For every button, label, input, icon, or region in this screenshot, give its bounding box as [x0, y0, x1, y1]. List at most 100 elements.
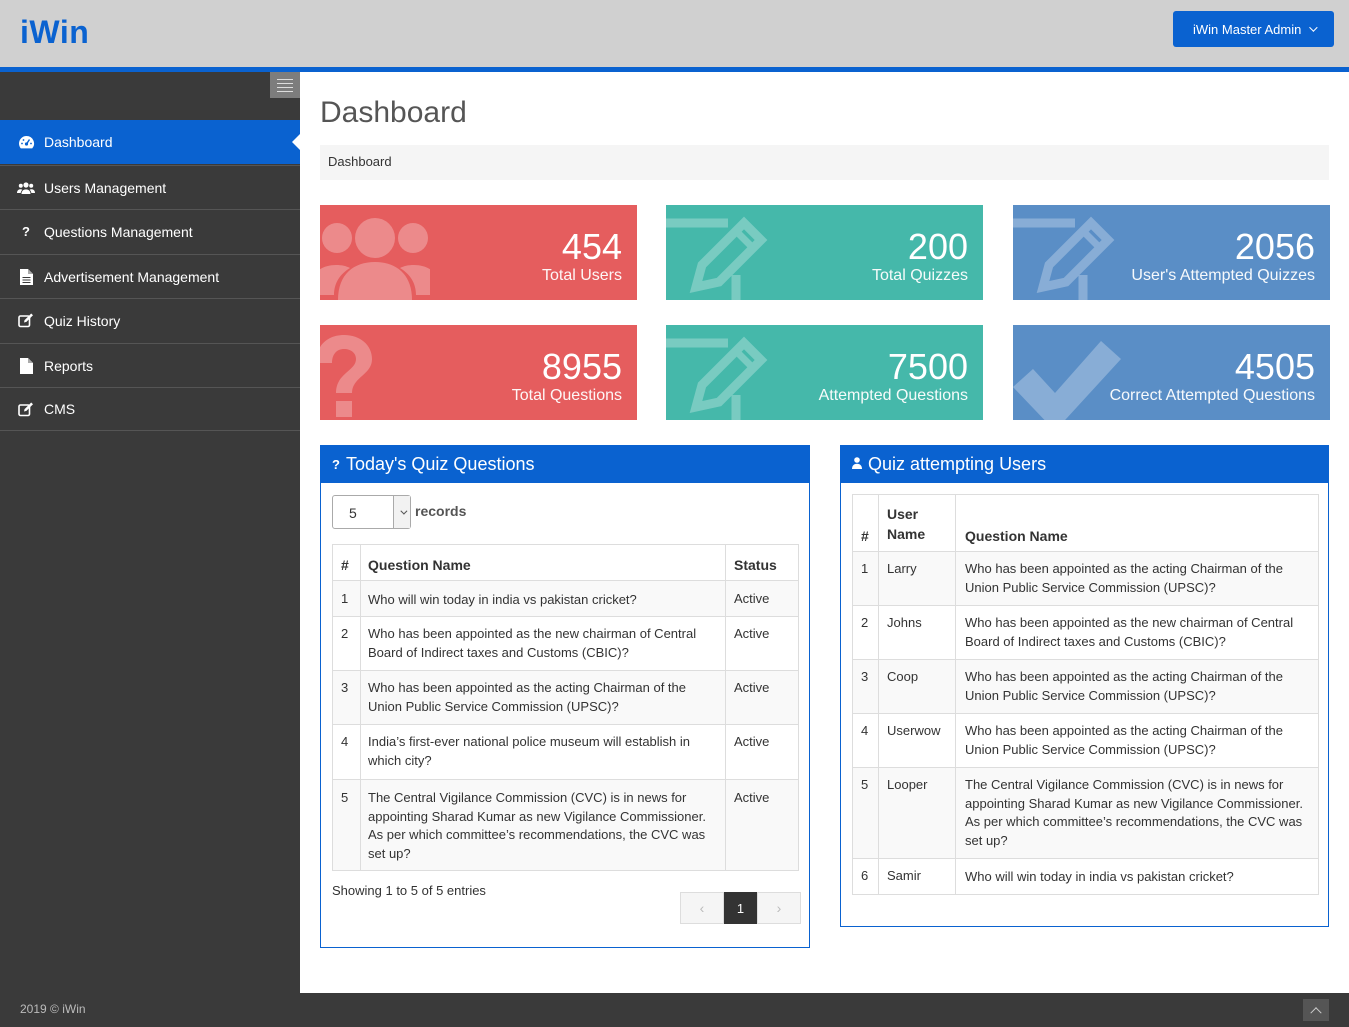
page-title: Dashboard [320, 96, 467, 129]
users-icon [17, 181, 35, 195]
top-header: iWin iWin Master Admin [0, 0, 1349, 67]
pagination-page-1[interactable]: 1 [724, 892, 757, 924]
question-cell: The Central Vigilance Commission (CVC) i… [955, 767, 1319, 859]
user-name-cell: Coop [878, 659, 956, 714]
stat-card-attempted-questions[interactable]: 7500 Attempted Questions [666, 325, 983, 420]
chevron-down-icon [393, 496, 410, 528]
records-per-page-select[interactable]: 5 [332, 495, 411, 529]
sidebar-item-label: Quiz History [44, 312, 121, 329]
quiz-users-table: # User Name Question Name 1 Larry Who ha… [852, 494, 1319, 895]
stat-card-correct-attempted-questions[interactable]: 4505 Correct Attempted Questions [1013, 325, 1330, 420]
column-header[interactable]: # [332, 544, 361, 581]
stat-label: User's Attempted Quizzes [1131, 267, 1315, 284]
status-cell: Active [725, 724, 799, 780]
sidebar-item-quiz-history[interactable]: Quiz History [0, 298, 300, 342]
column-header[interactable]: User Name [878, 494, 956, 552]
sidebar-item-label: Reports [44, 357, 94, 374]
check-icon [1013, 341, 1121, 420]
sidebar-item-label: Users Management [44, 179, 167, 196]
status-cell: Active [725, 670, 799, 725]
row-index: 5 [852, 767, 879, 859]
question-icon: ? [332, 457, 340, 472]
table-row[interactable]: 6 Samir Who will win today in india vs p… [852, 858, 1319, 895]
pencil-icon [1013, 216, 1115, 300]
file-icon [17, 357, 35, 374]
question-cell: Who has been appointed as the acting Cha… [360, 670, 726, 725]
column-header[interactable]: Status [725, 544, 799, 581]
admin-label: iWin Master Admin [1193, 21, 1302, 37]
sidebar-item-label: CMS [44, 401, 76, 417]
table-row[interactable]: 3 Coop Who has been appointed as the act… [852, 659, 1319, 714]
sidebar-item-cms[interactable]: CMS [0, 387, 300, 431]
sidebar-item-label: Advertisement Management [44, 268, 220, 285]
table-row[interactable]: 1 Who will win today in india vs pakista… [332, 580, 799, 617]
stat-card-total-quizzes[interactable]: 200 Total Quizzes [666, 205, 983, 300]
footer: 2019 © iWin [0, 993, 1349, 1027]
table-row[interactable]: 2 Johns Who has been appointed as the ne… [852, 605, 1319, 660]
stat-value: 200 [907, 226, 968, 267]
stat-card-total-users[interactable]: 454 Total Users [320, 205, 637, 300]
table-row[interactable]: 5 The Central Vigilance Commission (CVC)… [332, 779, 799, 871]
row-index: 2 [852, 605, 879, 660]
app-logo[interactable]: iWin [20, 14, 89, 51]
pagination-previous[interactable]: ‹ [680, 892, 724, 924]
stat-card-users-attempted-quizzes[interactable]: 2056 User's Attempted Quizzes [1013, 205, 1330, 300]
row-index: 4 [852, 713, 879, 768]
table-row[interactable]: 2 Who has been appointed as the new chai… [332, 616, 799, 671]
question-cell: Who has been appointed as the acting Cha… [955, 659, 1319, 714]
stat-label: Total Questions [511, 387, 622, 404]
todays-quiz-questions-panel: ? Today's Quiz Questions 5 records # Que… [320, 445, 810, 948]
row-index: 5 [332, 779, 361, 871]
user-name-cell: Johns [878, 605, 956, 660]
table-row[interactable]: 3 Who has been appointed as the acting C… [332, 670, 799, 725]
panel-header: ? Today's Quiz Questions [321, 446, 809, 483]
user-name-cell: Larry [878, 551, 956, 606]
question-cell: Who has been appointed as the new chairm… [360, 616, 726, 671]
column-header[interactable]: # [852, 494, 879, 552]
table-row[interactable]: 5 Looper The Central Vigilance Commissio… [852, 767, 1319, 859]
stat-value: 8955 [541, 346, 622, 387]
scroll-to-top-icon[interactable] [1303, 999, 1329, 1021]
admin-account-dropdown[interactable]: iWin Master Admin [1173, 11, 1334, 47]
table-row[interactable]: 4 India’s first-ever national police mus… [332, 724, 799, 780]
row-index: 3 [852, 659, 879, 714]
stat-value: 7500 [887, 346, 968, 387]
sidebar-item-label: Dashboard [44, 134, 113, 150]
question-cell: The Central Vigilance Commission (CVC) i… [360, 779, 726, 871]
question-cell: Who will win today in india vs pakistan … [360, 580, 726, 617]
breadcrumb-item[interactable]: Dashboard [328, 154, 392, 169]
status-cell: Active [725, 779, 799, 871]
chevron-down-icon [1309, 23, 1319, 32]
question-cell: Who has been appointed as the new chairm… [955, 605, 1319, 660]
row-index: 2 [332, 616, 361, 671]
pencil-icon [666, 216, 768, 300]
table-row[interactable]: 1 Larry Who has been appointed as the ac… [852, 551, 1319, 606]
status-cell: Active [725, 580, 799, 617]
row-index: 1 [332, 580, 361, 617]
sidebar-item-reports[interactable]: Reports [0, 343, 300, 387]
records-select-value: 5 [349, 505, 357, 521]
row-index: 1 [852, 551, 879, 606]
pagination: ‹ 1 › [680, 892, 801, 924]
sidebar-item-users-management[interactable]: Users Management [0, 165, 300, 209]
column-header[interactable]: Question Name [955, 494, 1319, 552]
row-index: 6 [852, 858, 879, 895]
sidebar-item-dashboard[interactable]: Dashboard [0, 120, 300, 164]
row-index: 4 [332, 724, 361, 780]
pagination-next[interactable]: › [757, 892, 801, 924]
panel-header: Quiz attempting Users [841, 446, 1328, 483]
stat-value: 4505 [1234, 346, 1315, 387]
dashboard-icon [17, 135, 35, 149]
menu-toggle-icon[interactable] [270, 72, 300, 98]
stat-card-total-questions[interactable]: 8955 Total Questions [320, 325, 637, 420]
user-name-cell: Looper [878, 767, 956, 859]
table-info-text: Showing 1 to 5 of 5 entries [332, 883, 486, 898]
panel-title: Quiz attempting Users [868, 454, 1047, 474]
status-cell: Active [725, 616, 799, 671]
question-icon: ? [22, 224, 30, 239]
sidebar-item-advertisement-management[interactable]: Advertisement Management [0, 254, 300, 298]
sidebar-item-questions-management[interactable]: ? Questions Management [0, 209, 300, 253]
user-name-cell: Userwow [878, 713, 956, 768]
table-row[interactable]: 4 Userwow Who has been appointed as the … [852, 713, 1319, 768]
column-header[interactable]: Question Name [360, 544, 726, 581]
